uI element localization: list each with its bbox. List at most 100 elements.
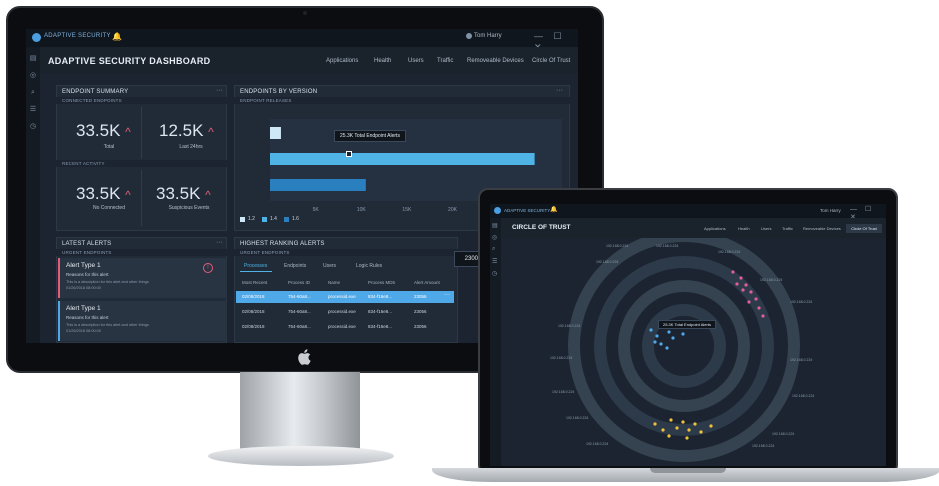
- endpoint-dot-pink[interactable]: [761, 314, 765, 318]
- column-header[interactable]: Process ID: [288, 280, 310, 285]
- panel-title: HIGHEST RANKING ALERTS: [240, 241, 325, 247]
- endpoint-dot-yellow[interactable]: [699, 430, 703, 434]
- endpoint-dot-pink[interactable]: [735, 282, 739, 286]
- more-icon[interactable]: ···: [216, 239, 223, 246]
- bar-1-2[interactable]: [270, 127, 281, 139]
- clock-icon[interactable]: ◷: [492, 270, 497, 277]
- endpoint-dot-blue[interactable]: [665, 346, 669, 350]
- endpoint-dot-pink[interactable]: [757, 306, 761, 310]
- endpoint-dot-blue[interactable]: [649, 328, 653, 332]
- endpoint-dot-pink[interactable]: [741, 288, 745, 292]
- nav-traffic[interactable]: Traffic: [437, 58, 453, 64]
- table-cell: 02/08/2018: [242, 324, 265, 329]
- warning-icon: !: [203, 263, 213, 273]
- user-name[interactable]: Tom Harry: [820, 208, 841, 213]
- endpoint-dot-blue[interactable]: [667, 330, 671, 334]
- search-icon[interactable]: ⌕: [29, 89, 37, 97]
- trend-up-icon: ^: [205, 188, 211, 202]
- column-header[interactable]: Most Recent: [242, 280, 267, 285]
- nav-health[interactable]: Health: [374, 58, 391, 64]
- table-cell: 834-f16e8...: [368, 324, 393, 329]
- endpoint-dot-yellow[interactable]: [661, 428, 665, 432]
- stat-value: 33.5K ^: [76, 121, 131, 140]
- bell-icon[interactable]: 🔔: [550, 206, 557, 213]
- nav-applications[interactable]: Applications: [704, 226, 726, 231]
- stat-caption: Last 24hrs: [179, 144, 203, 150]
- endpoint-dot-pink[interactable]: [747, 300, 751, 304]
- x-tick-label: 10K: [357, 207, 367, 213]
- user-avatar-icon[interactable]: [466, 33, 472, 39]
- legend-label: 1.4: [270, 216, 277, 222]
- filter-icon[interactable]: ☰: [492, 258, 497, 265]
- clock-icon[interactable]: ◷: [29, 123, 37, 131]
- nav-traffic[interactable]: Traffic: [782, 226, 793, 231]
- endpoint-dot-yellow[interactable]: [685, 436, 689, 440]
- dashboard-icon[interactable]: ▤: [29, 55, 37, 63]
- tooltip-marker: [346, 151, 352, 157]
- dashboard-icon[interactable]: ▤: [492, 222, 498, 229]
- panel-title: LATEST ALERTS: [62, 241, 112, 247]
- search-icon[interactable]: ⌕: [492, 246, 495, 253]
- row-more-icon[interactable]: ···: [444, 292, 450, 298]
- monitor-stand: [240, 372, 360, 450]
- nav-health[interactable]: Health: [738, 226, 750, 231]
- more-icon[interactable]: ···: [216, 87, 223, 94]
- tab-endpoints[interactable]: Endpoints: [284, 263, 306, 269]
- connected-endpoints-label: CONNECTED ENDPOINTS: [62, 98, 122, 103]
- ip-label: 192.168.0.224: [792, 394, 815, 398]
- x-tick-label: 5K: [313, 207, 320, 213]
- nav-users[interactable]: Users: [761, 226, 771, 231]
- endpoint-dot-yellow[interactable]: [709, 424, 713, 428]
- endpoint-dot-yellow[interactable]: [669, 418, 673, 422]
- nav-users[interactable]: Users: [408, 58, 424, 64]
- nav-removeable-devices[interactable]: Removeable Devices: [803, 226, 841, 231]
- filter-icon[interactable]: ☰: [29, 106, 37, 114]
- tab-processes[interactable]: Processes: [244, 263, 267, 269]
- table-cell: 754-60a8...: [288, 294, 311, 299]
- trend-up-icon: ^: [208, 125, 214, 139]
- endpoint-dot-blue[interactable]: [659, 342, 663, 346]
- endpoint-dot-yellow[interactable]: [681, 420, 685, 424]
- endpoint-dot-blue[interactable]: [671, 336, 675, 340]
- endpoint-dot-blue[interactable]: [653, 340, 657, 344]
- table-cell: 23056: [414, 324, 427, 329]
- table-cell: processid.exe: [328, 324, 356, 329]
- trust-ring: [568, 238, 800, 462]
- endpoint-dot-blue[interactable]: [681, 332, 685, 336]
- chart-tooltip: 25.3K Total Endpoint Alerts: [334, 130, 406, 142]
- endpoint-dot-blue[interactable]: [655, 334, 659, 338]
- tab-users[interactable]: Users: [323, 263, 336, 269]
- column-header[interactable]: Name: [328, 280, 340, 285]
- endpoint-dot-yellow[interactable]: [693, 422, 697, 426]
- brand-logo-icon: [32, 33, 41, 42]
- table-cell: 02/08/2018: [242, 309, 265, 314]
- endpoint-dot-yellow[interactable]: [653, 422, 657, 426]
- endpoint-dot-pink[interactable]: [744, 283, 748, 287]
- bar-1-4[interactable]: [270, 153, 535, 165]
- panel-title: ENDPOINT SUMMARY: [62, 89, 129, 95]
- tab-logic-rules[interactable]: Logic Rules: [356, 263, 382, 269]
- alert-icon[interactable]: ◎: [29, 72, 37, 80]
- endpoint-dot-pink[interactable]: [754, 297, 758, 301]
- nav-circle-of-trust[interactable]: Circle Of Trust: [532, 58, 570, 64]
- endpoint-dot-pink[interactable]: [731, 270, 735, 274]
- bar-1-6[interactable]: [270, 179, 366, 191]
- bell-icon[interactable]: 🔔: [112, 32, 122, 41]
- more-icon[interactable]: ···: [556, 87, 563, 94]
- nav-applications[interactable]: Applications: [326, 58, 358, 64]
- endpoint-dot-yellow[interactable]: [667, 434, 671, 438]
- table-cell: 754-60a8...: [288, 309, 311, 314]
- table-cell: 834-f16e8...: [368, 294, 393, 299]
- endpoint-dot-pink[interactable]: [749, 290, 753, 294]
- endpoint-dot-pink[interactable]: [739, 276, 743, 280]
- column-header[interactable]: Process MD5: [368, 280, 395, 285]
- nav-circle-of-trust[interactable]: Circle Of Trust: [846, 224, 882, 233]
- user-name[interactable]: Tom Harry: [474, 33, 502, 39]
- endpoint-dot-yellow[interactable]: [675, 426, 679, 430]
- legend-swatch: [262, 217, 267, 222]
- alert-icon[interactable]: ◎: [492, 234, 497, 241]
- endpoint-dot-yellow[interactable]: [687, 428, 691, 432]
- nav-removeable-devices[interactable]: Removeable Devices: [467, 58, 524, 64]
- column-header[interactable]: Alert Amount: [414, 280, 440, 285]
- ip-label: 192.168.0.224: [772, 432, 795, 436]
